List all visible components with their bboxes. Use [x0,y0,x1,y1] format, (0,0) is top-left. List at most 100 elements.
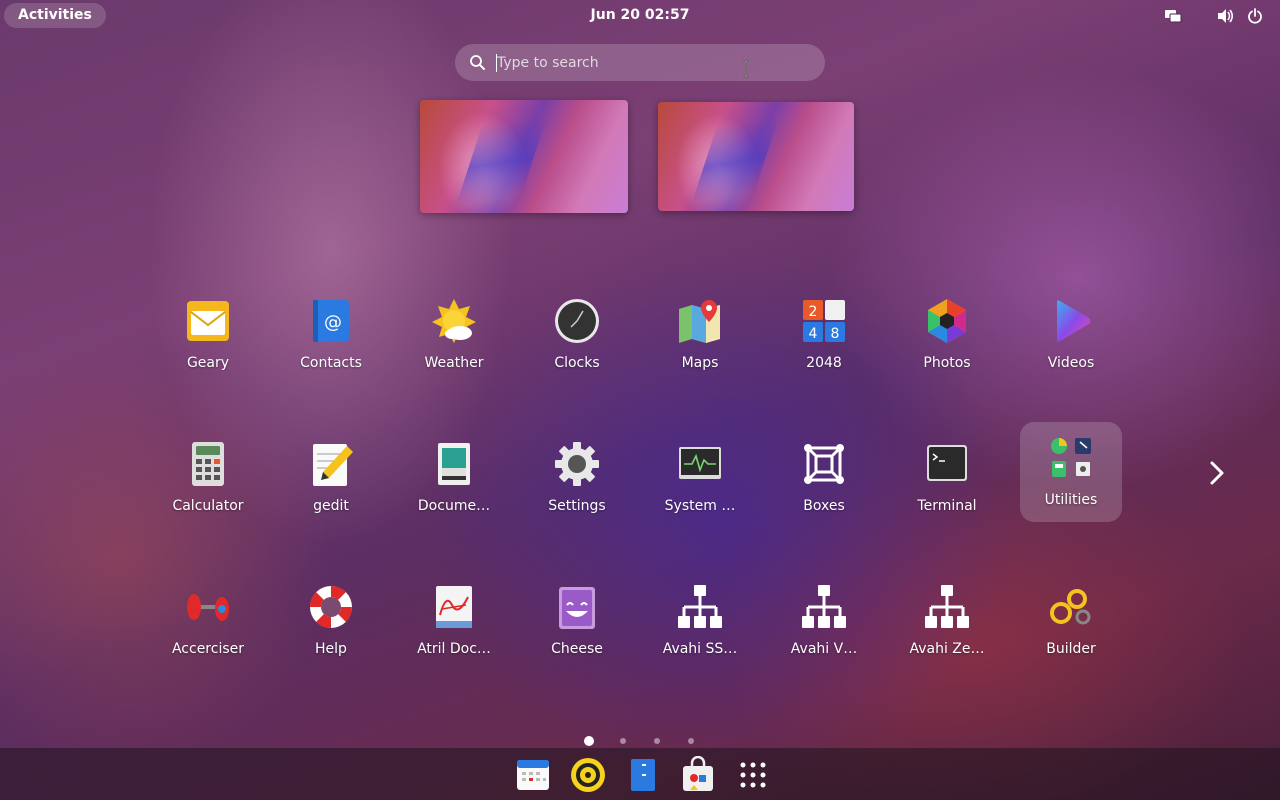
app-boxes[interactable]: Boxes [773,428,875,528]
clock: Jun 20 02:57 [0,7,1280,23]
app-maps[interactable]: Maps [649,285,751,385]
app-weather[interactable]: Weather [403,285,505,385]
app-label: Cheese [551,641,603,657]
text-cursor-icon [743,60,749,78]
app-label: Accerciser [171,641,245,657]
search-icon [470,55,485,70]
app-geary[interactable]: Geary [157,285,259,385]
dash-dock [0,748,1280,800]
search-bar[interactable] [455,44,825,81]
app-label: Weather [424,355,484,371]
search-input[interactable] [495,50,799,76]
pdf-document-icon [436,586,472,628]
clock-button[interactable]: Jun 20 02:57 [591,7,690,23]
app-label: 2048 [806,355,842,371]
app-label: Atril Doc… [417,641,491,657]
app-label: Avahi V… [790,641,858,657]
system-monitor-icon [679,447,721,479]
mail-icon [187,301,229,341]
page-dot[interactable] [654,738,660,744]
power-icon[interactable] [1247,8,1263,24]
cheese-face-icon [559,587,595,629]
app-folder-icon [1051,438,1091,477]
svg-text:8: 8 [831,326,840,342]
workspace-thumbnail[interactable] [658,102,854,211]
app-contacts[interactable]: @ Contacts [280,285,382,385]
files-icon[interactable] [624,756,662,794]
app-label: gedit [313,498,349,514]
app-label: Photos [923,355,971,371]
app-label: Avahi Ze… [909,641,985,657]
app-clocks[interactable]: Clocks [526,285,628,385]
app-label: Contacts [300,355,362,371]
software-icon[interactable] [679,756,717,794]
app-label: System … [664,498,736,514]
app-label: Help [315,641,347,657]
app-label: Utilities [1044,492,1098,508]
activities-button[interactable]: Activities [4,3,106,28]
app-document-viewer[interactable]: Docume… [403,428,505,528]
app-builder[interactable]: Builder [1020,571,1122,671]
lifebuoy-icon [309,585,353,629]
app-calculator[interactable]: Calculator [157,428,259,528]
sun-cloud-icon [432,299,476,343]
svg-text:4: 4 [809,326,818,342]
app-label: Boxes [803,498,845,514]
app-label: Docume… [417,498,491,514]
clock-icon [555,299,599,343]
calculator-icon [192,442,224,486]
calendar-icon[interactable] [514,756,552,794]
address-book-icon: @ [313,300,349,342]
app-photos[interactable]: Photos [896,285,998,385]
chevron-right-icon[interactable] [1202,458,1232,488]
app-label: Settings [548,498,606,514]
app-avahi-zeroconf[interactable]: Avahi Ze… [896,571,998,671]
app-label: Terminal [917,498,977,514]
terminal-icon [927,445,967,481]
volume-icon[interactable] [1217,8,1235,24]
network-tree-icon [925,585,969,628]
app-label: Geary [186,355,230,371]
photos-hexagon-icon [928,299,966,343]
boxes-icon [804,444,844,484]
app-folder-utilities[interactable]: Utilities [1020,422,1122,522]
svg-text:2: 2 [809,304,818,320]
app-avahi-vnc[interactable]: Avahi V… [773,571,875,671]
app-system-monitor[interactable]: System … [649,428,751,528]
builder-gears-icon [1050,589,1091,625]
number-tiles-icon: 2 4 8 [803,300,845,342]
gear-icon [555,442,599,486]
network-tree-icon [678,585,722,628]
notepad-pencil-icon [313,444,353,486]
svg-text:@: @ [324,312,342,333]
rhythmbox-icon[interactable] [569,756,607,794]
page-dot[interactable] [620,738,626,744]
app-label: Videos [1047,355,1095,371]
app-avahi-ssh[interactable]: Avahi SS… [649,571,751,671]
network-tree-icon [802,585,846,628]
app-label: Builder [1046,641,1096,657]
app-gedit[interactable]: gedit [280,428,382,528]
top-bar: Activities Jun 20 02:57 [0,0,1280,32]
app-settings[interactable]: Settings [526,428,628,528]
app-label: Avahi SS… [662,641,738,657]
app-label: Maps [681,355,719,371]
page-dot-active[interactable] [584,736,594,746]
app-help[interactable]: Help [280,571,382,671]
app-videos[interactable]: Videos [1020,285,1122,385]
app-atril[interactable]: Atril Doc… [403,571,505,671]
app-label: Clocks [554,355,600,371]
app-terminal[interactable]: Terminal [896,428,998,528]
workspace-thumbnail[interactable] [420,100,628,213]
app-accerciser[interactable]: Accerciser [157,571,259,671]
document-viewer-icon [438,443,470,485]
app-2048[interactable]: 2 4 8 2048 [773,285,875,385]
app-cheese[interactable]: Cheese [526,571,628,671]
map-pin-icon [679,300,720,343]
show-apps-icon[interactable] [734,756,772,794]
display-icon[interactable] [1164,8,1182,24]
dumbbell-icon [187,594,229,621]
play-icon [1057,300,1091,342]
app-label: Calculator [172,498,244,514]
page-dot[interactable] [688,738,694,744]
